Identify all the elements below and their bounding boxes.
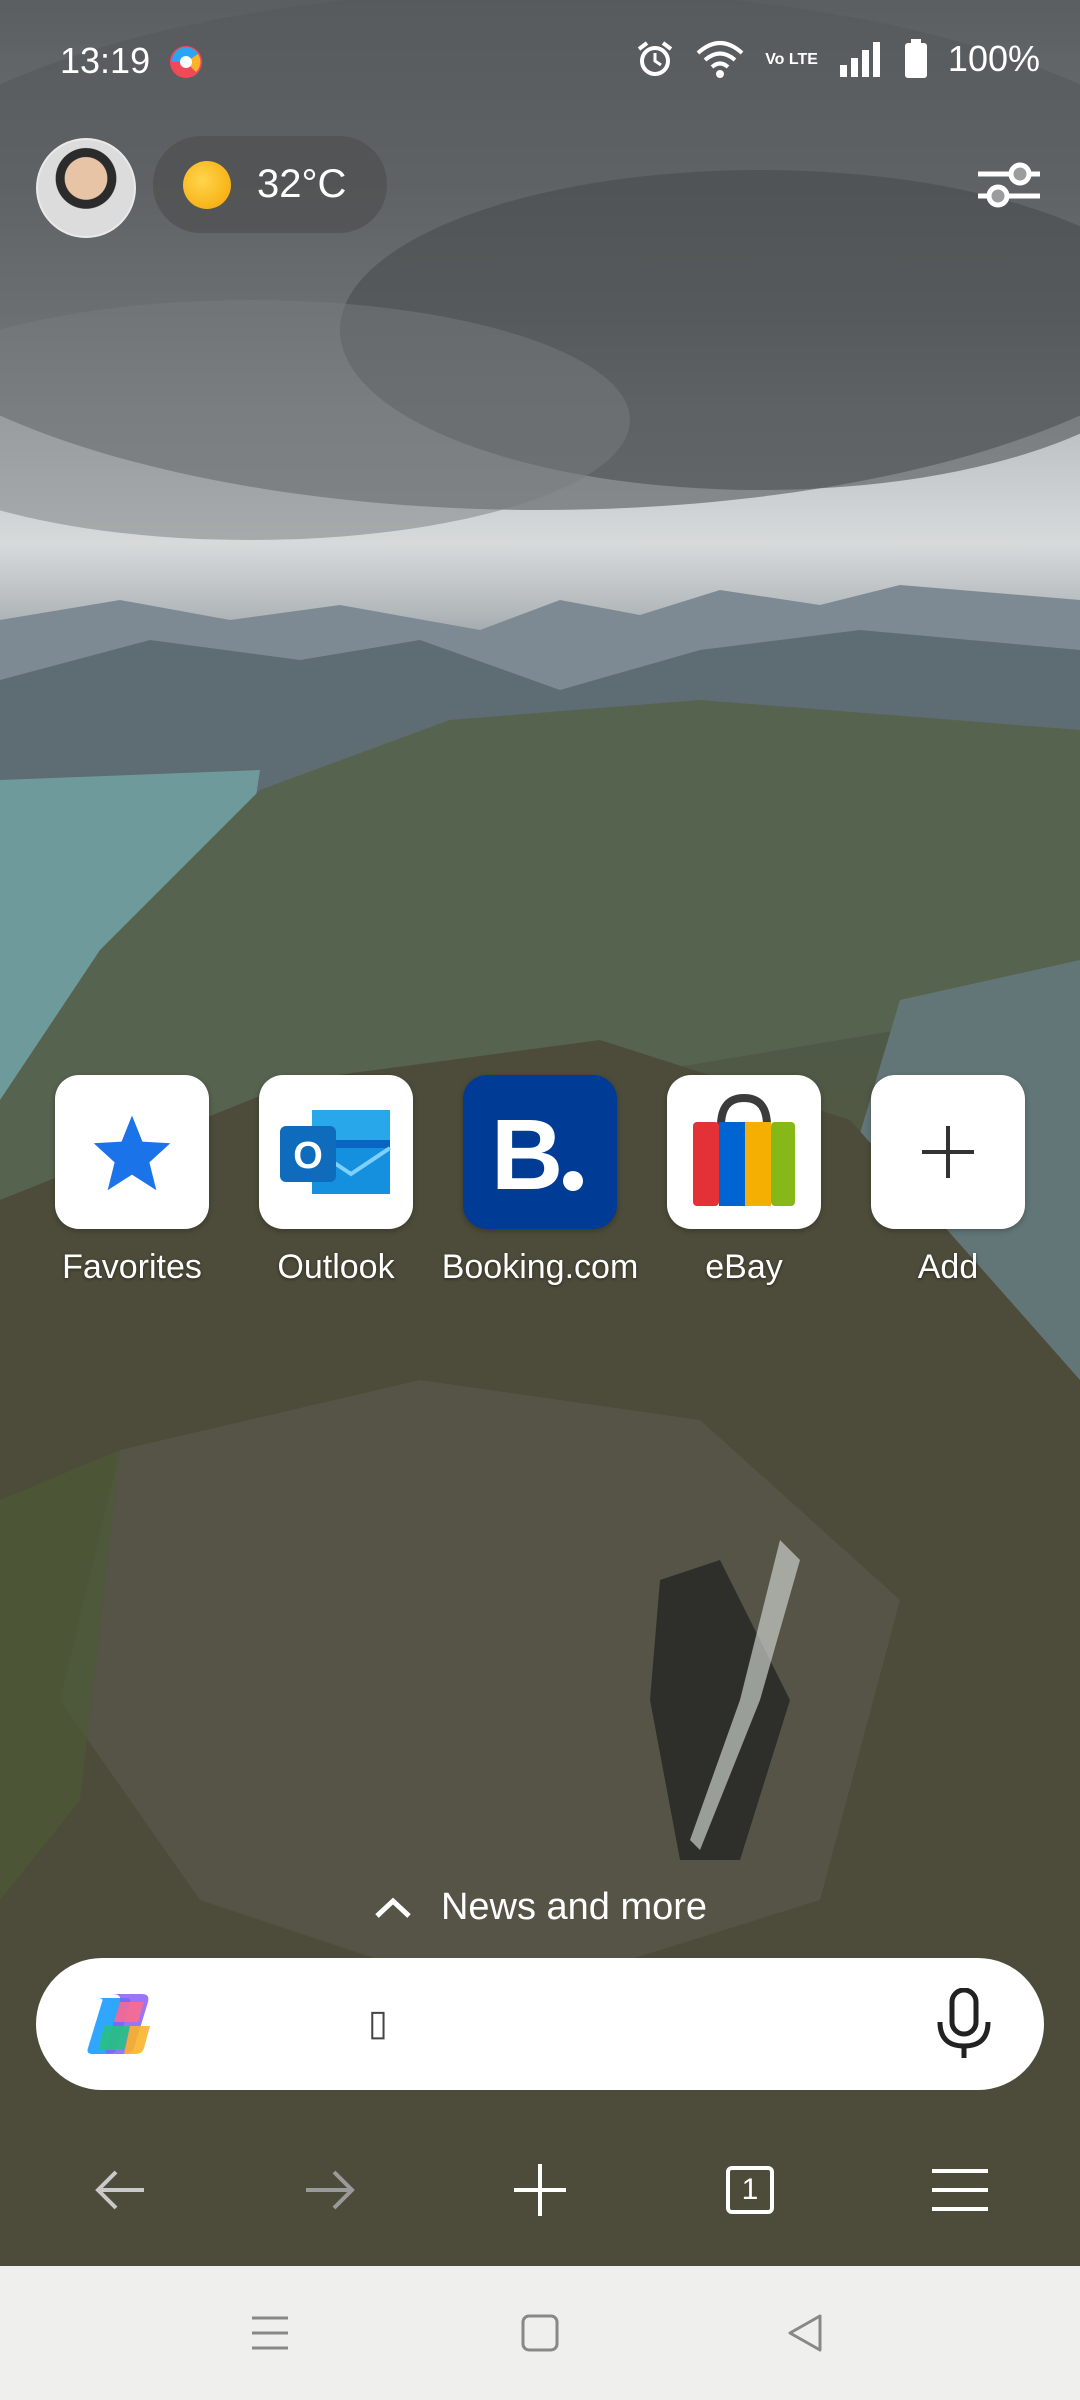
booking-icon: B bbox=[491, 1099, 583, 1207]
star-icon bbox=[93, 1115, 171, 1191]
volte-icon: Vo LTE bbox=[765, 50, 818, 68]
status-time: 13:19 bbox=[60, 40, 151, 81]
recent-apps-icon[interactable] bbox=[240, 2308, 300, 2358]
page-settings-icon[interactable] bbox=[974, 150, 1044, 220]
app-notification-icon bbox=[170, 46, 202, 78]
menu-button[interactable] bbox=[920, 2150, 1000, 2230]
wifi-icon bbox=[696, 41, 744, 78]
news-and-more-button[interactable]: News and more bbox=[0, 1886, 1080, 1929]
tile-booking[interactable]: B Booking.com bbox=[438, 1075, 642, 1287]
copilot-icon[interactable] bbox=[84, 1992, 154, 2056]
svg-text:O: O bbox=[293, 1135, 323, 1177]
microphone-icon[interactable] bbox=[934, 1988, 994, 2060]
browser-toolbar: 1 bbox=[0, 2150, 1080, 2230]
tile-add[interactable]: Add bbox=[846, 1075, 1050, 1287]
arrow-left-icon bbox=[95, 2170, 144, 2210]
battery-level: 100% bbox=[947, 38, 1040, 79]
back-button[interactable] bbox=[80, 2150, 160, 2230]
weather-pill[interactable]: 32°C bbox=[153, 136, 387, 233]
new-tab-button[interactable] bbox=[500, 2150, 580, 2230]
chevron-up-icon bbox=[375, 1897, 411, 1918]
back-icon[interactable] bbox=[776, 2308, 836, 2358]
system-nav-bar bbox=[0, 2266, 1080, 2400]
search-cursor: ▯ bbox=[368, 2002, 388, 2043]
svg-text:B: B bbox=[491, 1099, 563, 1207]
tab-count: 1 bbox=[741, 2173, 759, 2206]
home-icon[interactable] bbox=[510, 2308, 570, 2358]
weather-temperature: 32°C bbox=[257, 162, 347, 206]
plus-icon bbox=[922, 1126, 974, 1178]
news-label: News and more bbox=[440, 1886, 708, 1928]
sun-icon bbox=[183, 160, 231, 209]
plus-icon bbox=[514, 2164, 566, 2216]
tile-outlook[interactable]: O Outlook bbox=[234, 1075, 438, 1287]
tab-count-icon: 1 bbox=[726, 2166, 774, 2214]
alarm-icon bbox=[637, 41, 673, 76]
ebay-icon bbox=[693, 1093, 795, 1206]
forward-button[interactable] bbox=[290, 2150, 370, 2230]
signal-icon bbox=[839, 42, 880, 77]
battery-icon bbox=[904, 39, 927, 78]
status-bar: 13:19 Vo LTE 100% bbox=[0, 0, 1080, 120]
profile-avatar[interactable] bbox=[36, 138, 136, 238]
hamburger-menu-icon bbox=[932, 2169, 988, 2211]
arrow-right-icon bbox=[306, 2170, 355, 2210]
tile-ebay[interactable]: eBay bbox=[642, 1075, 846, 1287]
tile-favorites[interactable]: Favorites bbox=[30, 1075, 234, 1287]
search-bar[interactable]: ▯ bbox=[36, 1958, 1044, 2090]
tabs-button[interactable]: 1 bbox=[710, 2150, 790, 2230]
outlook-icon: O bbox=[280, 1110, 392, 1194]
